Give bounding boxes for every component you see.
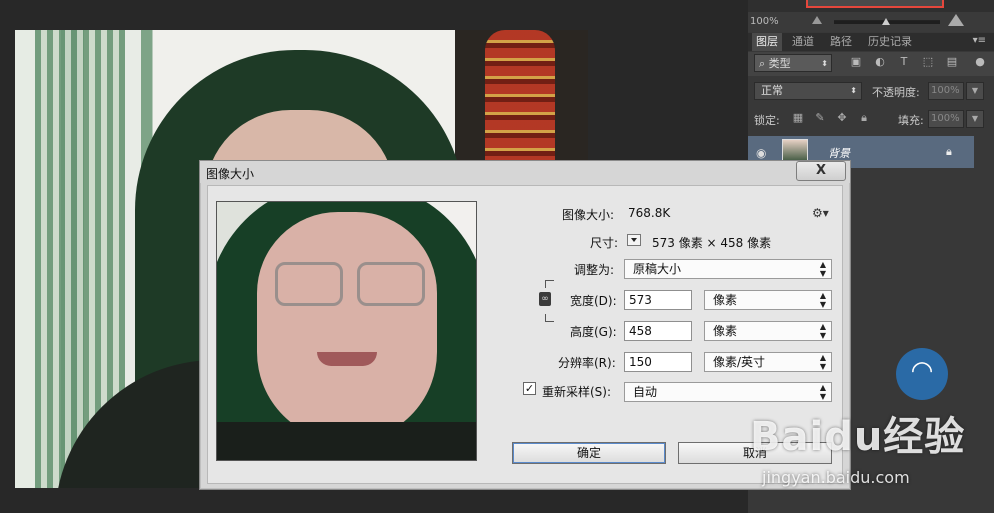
fill-input[interactable]: 100% <box>928 110 964 128</box>
resample-checkbox[interactable]: ✓ <box>523 382 536 395</box>
chain-bracket-top <box>545 280 554 288</box>
tab-layers[interactable]: 图层 <box>752 33 782 51</box>
dimensions-label: 尺寸: <box>590 236 619 250</box>
select-arrows-icon: ▲ ▼ <box>819 322 826 340</box>
layer-name[interactable]: 背景 <box>828 145 850 161</box>
tab-channels[interactable]: 通道 <box>788 33 818 51</box>
lock-row: 锁定: ▦ ✎ ✥ 🔒︎ 填充: 100% ▼ <box>748 108 994 130</box>
image-size-dialog: 图像大小 X 图像大小: 768.8K ⚙▾ 尺寸: 573 像素 × 458 … <box>199 160 851 490</box>
preview-glasses-right <box>357 262 425 306</box>
cancel-button[interactable]: 取消 <box>678 442 832 464</box>
gear-icon[interactable]: ⚙▾ <box>812 206 829 220</box>
opacity-label: 不透明度: <box>872 86 920 99</box>
preview-face <box>257 212 437 442</box>
resample-select[interactable]: 自动 ▲ ▼ <box>624 382 832 402</box>
width-unit-select[interactable]: 像素 ▲ ▼ <box>704 290 832 310</box>
panel-tabs: 图层 通道 路径 历史记录 ▾≡ <box>748 33 994 51</box>
wifi-glyph: ◠ <box>910 356 934 386</box>
ok-button[interactable]: 确定 <box>512 442 666 464</box>
select-arrows-icon: ▲ ▼ <box>819 260 826 278</box>
resolution-unit-select[interactable]: 像素/英寸 ▲ ▼ <box>704 352 832 372</box>
filter-kind-value: 类型 <box>768 57 791 70</box>
lock-icon: 🔒︎ <box>946 145 952 158</box>
height-unit-select[interactable]: 像素 ▲ ▼ <box>704 321 832 341</box>
opacity-input[interactable]: 100% <box>928 82 964 100</box>
chain-bracket-bottom <box>545 314 554 322</box>
filter-shape-icon[interactable]: ⬚ <box>922 56 934 68</box>
blend-mode-select[interactable]: 正常 ⬍ <box>754 82 862 100</box>
dialog-title: 图像大小 <box>206 167 255 181</box>
filter-smart-object-icon[interactable]: ▤ <box>946 56 958 68</box>
zoom-in-mountain-icon[interactable] <box>948 14 964 26</box>
dialog-title-bar[interactable]: 图像大小 X <box>200 161 850 183</box>
resample-value: 自动 <box>633 385 658 399</box>
image-preview[interactable] <box>216 201 477 461</box>
resample-label: 重新采样(S): <box>542 385 612 399</box>
eye-icon[interactable]: ◉ <box>756 146 766 160</box>
height-unit-value: 像素 <box>713 324 738 338</box>
width-input[interactable]: 573 <box>624 290 692 310</box>
constrain-proportions-chain[interactable]: ∞ <box>539 280 554 322</box>
dialog-body: 图像大小: 768.8K ⚙▾ 尺寸: 573 像素 × 458 像素 调整为:… <box>207 185 843 484</box>
close-button[interactable]: X <box>796 161 846 181</box>
navigator-zoom-row: 100% <box>748 12 994 32</box>
opacity-dropdown-icon[interactable]: ▼ <box>966 82 984 100</box>
link-icon[interactable]: ∞ <box>539 292 551 306</box>
preview-body <box>217 422 476 460</box>
filter-toggle-icon[interactable]: ● <box>974 56 986 68</box>
zoom-out-mountain-icon[interactable] <box>812 16 822 24</box>
filter-adjustment-icon[interactable]: ◐ <box>874 56 886 68</box>
layer-filter-row: ⌕ 类型 ⬍ ▣ ◐ T ⬚ ▤ ● <box>748 52 994 76</box>
resolution-label: 分辨率(R): <box>558 356 616 370</box>
height-label: 高度(G): <box>570 325 617 339</box>
fill-dropdown-icon[interactable]: ▼ <box>966 110 984 128</box>
navigator-view-box[interactable] <box>806 0 944 8</box>
select-arrows-icon: ⬍ <box>821 59 828 68</box>
tab-history[interactable]: 历史记录 <box>864 33 916 51</box>
panel-menu-icon[interactable]: ▾≡ <box>973 35 986 46</box>
width-unit-value: 像素 <box>713 293 738 307</box>
lock-label: 锁定: <box>754 114 780 127</box>
search-icon: ⌕ <box>759 57 769 70</box>
wifi-icon: ◠ <box>896 348 948 400</box>
zoom-slider-knob[interactable] <box>882 18 890 25</box>
filter-type-icon[interactable]: T <box>898 56 910 68</box>
blend-row: 正常 ⬍ 不透明度: 100% ▼ <box>748 80 994 102</box>
fit-to-select[interactable]: 原稿大小 ▲ ▼ <box>624 259 832 279</box>
fit-to-label: 调整为: <box>574 263 615 277</box>
resolution-input[interactable]: 150 <box>624 352 692 372</box>
select-arrows-icon: ▲ ▼ <box>819 291 826 309</box>
fit-to-value: 原稿大小 <box>633 262 682 276</box>
lock-move-icon[interactable]: ✥ <box>836 112 848 124</box>
height-input[interactable]: 458 <box>624 321 692 341</box>
lock-transparent-icon[interactable]: ▦ <box>792 112 804 124</box>
navigator-strip <box>748 0 994 12</box>
preview-mouth <box>317 352 377 366</box>
select-arrows-icon: ▲ ▼ <box>819 383 826 401</box>
fill-label: 填充: <box>898 114 924 127</box>
select-arrows-icon: ▲ ▼ <box>819 353 826 371</box>
tab-paths[interactable]: 路径 <box>826 33 856 51</box>
dimensions-unit-dropdown[interactable] <box>627 234 641 246</box>
select-arrows-icon: ⬍ <box>850 86 857 95</box>
resolution-unit-value: 像素/英寸 <box>713 355 766 369</box>
lock-brush-icon[interactable]: ✎ <box>814 112 826 124</box>
preview-glasses-left <box>275 262 343 306</box>
image-size-value: 768.8K <box>628 206 671 220</box>
blend-mode-value: 正常 <box>761 84 783 97</box>
filter-kind-select[interactable]: ⌕ 类型 ⬍ <box>754 54 832 72</box>
lock-all-icon[interactable]: 🔒︎ <box>858 112 870 124</box>
dimensions-value: 573 像素 × 458 像素 <box>652 236 772 250</box>
image-size-label: 图像大小: <box>562 208 615 222</box>
zoom-percent: 100% <box>750 16 779 27</box>
width-label: 宽度(D): <box>570 294 617 308</box>
filter-pixel-icon[interactable]: ▣ <box>850 56 862 68</box>
